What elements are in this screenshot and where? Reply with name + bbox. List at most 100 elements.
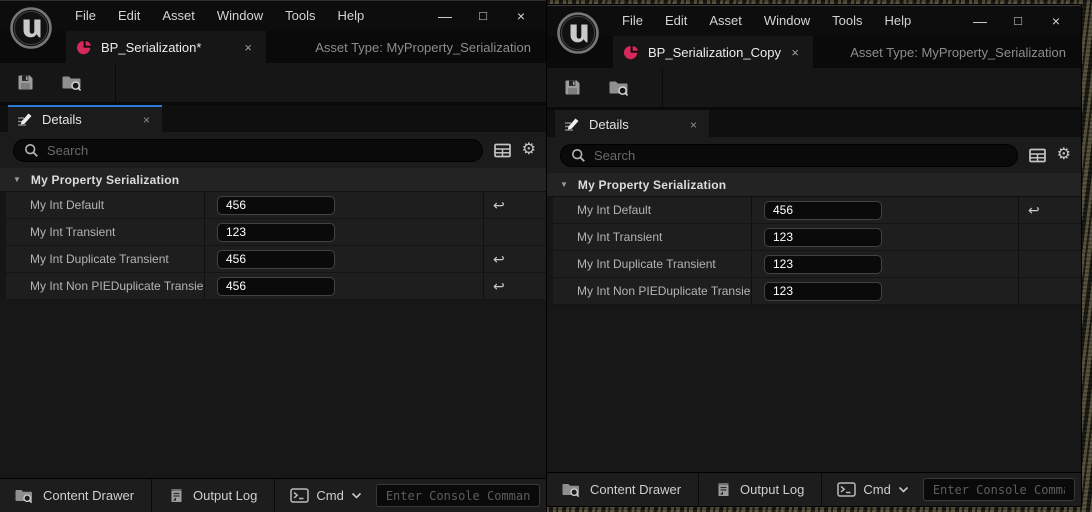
details-tab-label: Details [42,112,140,127]
window-controls: — □ × [969,7,1081,35]
toolbar [0,63,546,103]
blueprint-icon [623,44,639,60]
search-box[interactable] [560,144,1018,167]
property-value-cell [204,192,483,218]
menu-edit[interactable]: Edit [107,1,151,31]
save-button[interactable] [16,73,35,92]
title-bar: File Edit Asset Window Tools Help — □ × [547,6,1081,36]
tab-details[interactable]: Details × [8,105,162,132]
search-box[interactable] [13,139,483,162]
reset-to-default-icon[interactable]: ↩ [493,252,505,266]
menu-file[interactable]: File [64,1,107,31]
minimize-icon[interactable]: — [969,7,991,35]
property-value-input[interactable] [764,255,882,274]
search-input[interactable] [47,143,472,158]
settings-gear-icon[interactable]: ⚙ [1057,147,1071,163]
cmd-dropdown-button[interactable]: Cmd [825,473,920,506]
minimize-icon[interactable]: — [434,2,456,30]
save-button[interactable] [563,78,582,97]
status-bar: Content Drawer Output Log [0,478,546,512]
property-value-input[interactable] [764,228,882,247]
property-revert-cell: ↩ [483,192,546,218]
maximize-icon[interactable]: □ [472,2,494,30]
property-row-my-int-default: My Int Default ↩ [547,197,1081,224]
content-drawer-button[interactable]: Content Drawer [0,479,148,512]
display-filter-grid-icon[interactable] [1029,148,1046,163]
property-value-input[interactable] [217,250,335,269]
console-command-input[interactable] [923,478,1075,501]
category-my-property-serialization[interactable]: ▼ My Property Serialization [547,173,1081,197]
asset-tab-bp-serialization[interactable]: BP_Serialization* × [66,31,266,63]
property-value-input[interactable] [764,201,882,220]
details-search-row: ⚙ [0,132,546,168]
reset-to-default-icon[interactable]: ↩ [1028,203,1040,217]
window-controls: — □ × [434,2,546,30]
menu-help[interactable]: Help [326,1,375,31]
property-revert-cell: ↩ [1018,251,1081,277]
menu-file[interactable]: File [611,6,654,36]
property-label: My Int Transient [553,224,751,250]
content-drawer-button[interactable]: Content Drawer [547,473,695,506]
statusbar-separator [821,473,822,506]
property-value-cell [751,224,1018,250]
details-view-actions: ⚙ [1029,147,1071,163]
console-command-area [374,479,546,512]
property-row-my-int-transient: My Int Transient ↩ [0,219,546,246]
settings-gear-icon[interactable]: ⚙ [522,142,536,158]
output-log-icon [169,487,184,504]
asset-tab-bp-serialization-copy[interactable]: BP_Serialization_Copy × [613,36,813,68]
toolbar-separator [662,68,663,108]
reset-to-default-icon[interactable]: ↩ [493,279,505,293]
property-value-input[interactable] [217,277,335,296]
browse-to-asset-button[interactable] [61,73,83,92]
menu-edit[interactable]: Edit [654,6,698,36]
output-log-button[interactable]: Output Log [155,479,271,512]
unreal-engine-logo-icon[interactable] [9,6,53,50]
property-value-input[interactable] [764,282,882,301]
maximize-icon[interactable]: □ [1007,7,1029,35]
content-drawer-icon [561,481,581,498]
chevron-down-icon [898,486,909,493]
property-label: My Int Non PIEDuplicate Transient [6,273,204,299]
details-panel: Details × [0,103,546,478]
console-icon [290,488,309,503]
details-tab-close-icon[interactable]: × [687,118,700,132]
console-command-input[interactable] [376,484,540,507]
menu-help[interactable]: Help [873,6,922,36]
details-tab-close-icon[interactable]: × [140,113,153,127]
asset-tab-title: BP_Serialization* [101,40,240,55]
output-log-button[interactable]: Output Log [702,473,818,506]
display-filter-grid-icon[interactable] [494,143,511,158]
browse-to-asset-button[interactable] [608,78,630,97]
details-empty-area [0,300,546,478]
title-bar: File Edit Asset Window Tools Help — □ × [0,1,546,31]
search-input[interactable] [594,148,1007,163]
tab-details[interactable]: Details × [555,110,709,137]
asset-tab-close-icon[interactable]: × [240,40,256,55]
menu-window[interactable]: Window [753,6,821,36]
cmd-dropdown-button[interactable]: Cmd [278,479,373,512]
statusbar-separator [151,479,152,512]
property-row-my-int-non-pieduplicate-transient: My Int Non PIEDuplicate Transient ↩ [547,278,1081,305]
menu-asset[interactable]: Asset [151,1,206,31]
property-label: My Int Non PIEDuplicate Transient [553,278,751,304]
menu-asset[interactable]: Asset [698,6,753,36]
details-tab-bar: Details × [0,105,546,132]
property-label: My Int Transient [6,219,204,245]
reset-to-default-icon[interactable]: ↩ [493,198,505,212]
asset-tab-close-icon[interactable]: × [787,45,803,60]
category-my-property-serialization[interactable]: ▼ My Property Serialization [0,168,546,192]
menu-tools[interactable]: Tools [274,1,326,31]
close-icon[interactable]: × [510,2,532,30]
blueprint-icon [76,39,92,55]
unreal-engine-logo-icon[interactable] [556,11,600,55]
details-icon [17,112,33,127]
menu-window[interactable]: Window [206,1,274,31]
property-value-input[interactable] [217,223,335,242]
menu-tools[interactable]: Tools [821,6,873,36]
close-icon[interactable]: × [1045,7,1067,35]
asset-tab-strip: BP_Serialization_Copy × Asset Type: MyPr… [547,36,1081,68]
property-value-input[interactable] [217,196,335,215]
search-icon [24,143,39,158]
details-tab-bar: Details × [547,110,1081,137]
